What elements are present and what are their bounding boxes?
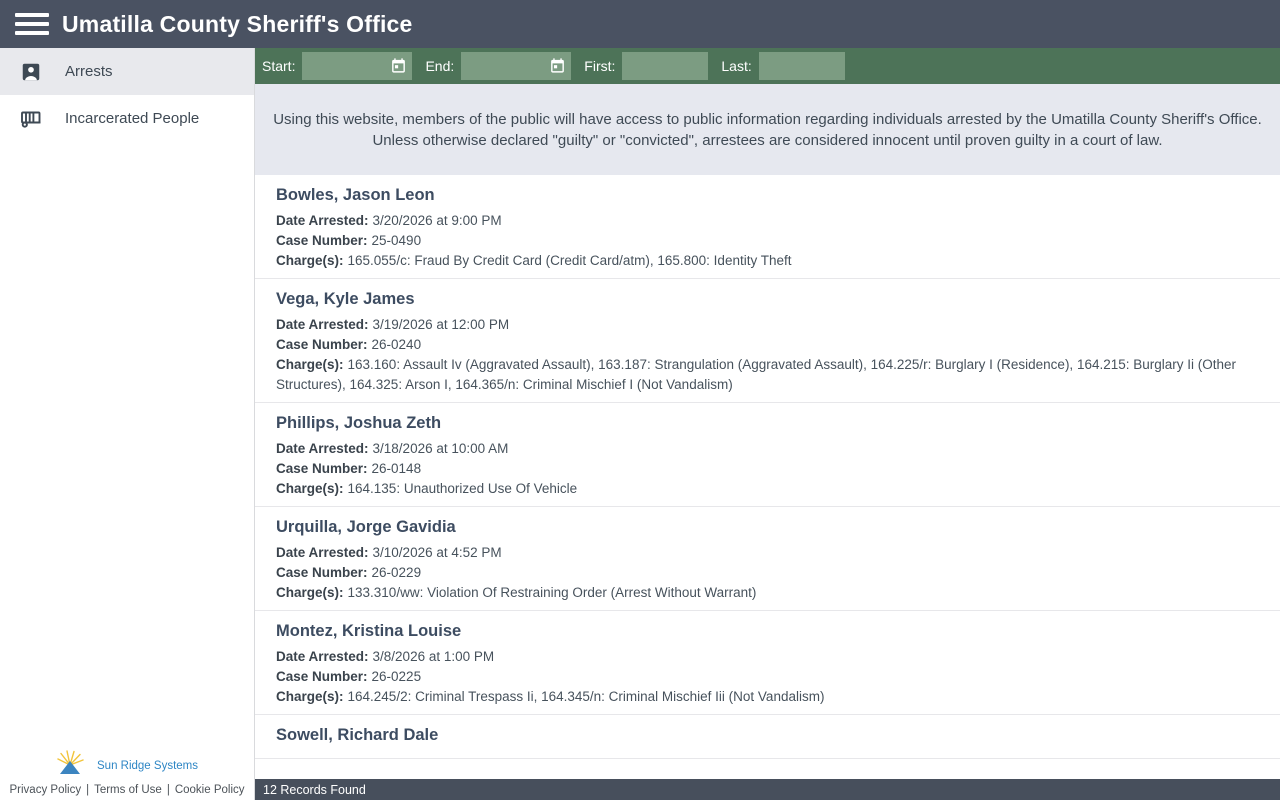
case-number-value: 26-0148 <box>371 461 422 476</box>
first-name-field[interactable] <box>622 52 709 80</box>
charges-label: Charge(s): <box>276 357 344 372</box>
charges-value: 133.310/ww: Violation Of Restraining Ord… <box>347 585 757 600</box>
date-arrested-value: 3/10/2026 at 4:52 PM <box>372 545 502 560</box>
start-date-field[interactable] <box>302 52 413 80</box>
filter-bar: Start: End: First: Last: <box>255 48 1280 84</box>
date-arrested-label: Date Arrested: <box>276 317 369 332</box>
date-arrested-value: 3/8/2026 at 1:00 PM <box>372 649 495 664</box>
calendar-icon[interactable] <box>549 57 566 79</box>
record-charges: Charge(s): 164.245/2: Criminal Trespass I… <box>276 687 1265 707</box>
sidebar-item-label: Incarcerated People <box>65 110 200 127</box>
status-bar: 12 Records Found <box>255 779 1280 800</box>
record-name: Vega, Kyle James <box>276 290 415 308</box>
date-arrested-label: Date Arrested: <box>276 545 369 560</box>
vendor-logo-text: Sun Ridge Systems <box>97 760 198 772</box>
disclaimer-text: Using this website, members of the publi… <box>273 111 1262 149</box>
date-arrested-label: Date Arrested: <box>276 213 369 228</box>
case-number-value: 26-0240 <box>371 337 422 352</box>
arrest-record[interactable]: Sowell, Richard Dale <box>255 715 1280 759</box>
record-date-arrested: Date Arrested: 3/8/2026 at 1:00 PM <box>276 647 1265 667</box>
charges-value: 165.055/c: Fraud By Credit Card (Credit … <box>347 253 792 268</box>
link-separator: | <box>166 784 170 796</box>
jail-transport-icon <box>19 108 43 130</box>
charges-value: 164.245/2: Criminal Trespass Ii, 164.345… <box>347 689 825 704</box>
first-name-label: First: <box>584 58 616 74</box>
record-case-number: Case Number: 26-0225 <box>276 667 1265 687</box>
case-number-value: 26-0229 <box>371 565 422 580</box>
app-header: Umatilla County Sheriff's Office <box>0 0 1280 48</box>
record-date-arrested: Date Arrested: 3/20/2026 at 9:00 PM <box>276 211 1265 231</box>
end-date-label: End: <box>425 58 455 74</box>
record-charges: Charge(s): 163.160: Assault Iv (Aggravate… <box>276 355 1265 395</box>
record-charges: Charge(s): 133.310/ww: Violation Of Restr… <box>276 583 1265 603</box>
record-name: Bowles, Jason Leon <box>276 186 435 204</box>
case-number-value: 25-0490 <box>371 233 422 248</box>
record-charges: Charge(s): 165.055/c: Fraud By Credit Car… <box>276 251 1265 271</box>
arrest-record[interactable]: Urquilla, Jorge Gavidia Date Arrested: 3/… <box>255 507 1280 611</box>
person-badge-icon <box>19 61 43 83</box>
date-arrested-label: Date Arrested: <box>276 649 369 664</box>
page-title: Umatilla County Sheriff's Office <box>62 10 413 37</box>
last-name-input[interactable] <box>758 52 845 80</box>
app-root: Umatilla County Sheriff's Office Arrests <box>0 0 1280 800</box>
start-date-label: Start: <box>262 58 296 74</box>
charges-value: 164.135: Unauthorized Use Of Vehicle <box>347 481 578 496</box>
arrest-record[interactable]: Montez, Kristina Louise Date Arrested: 3/… <box>255 611 1280 715</box>
charges-label: Charge(s): <box>276 689 344 704</box>
charges-label: Charge(s): <box>276 481 344 496</box>
link-separator: | <box>86 784 90 796</box>
arrest-record[interactable]: Bowles, Jason Leon Date Arrested: 3/20/20… <box>255 175 1280 279</box>
sidebar-footer: Sun Ridge Systems Privacy Policy | Terms o… <box>0 750 254 800</box>
date-arrested-value: 3/19/2026 at 12:00 PM <box>372 317 510 332</box>
privacy-policy-link[interactable]: Privacy Policy <box>10 784 82 796</box>
date-arrested-value: 3/18/2026 at 10:00 AM <box>372 441 509 456</box>
case-number-label: Case Number: <box>276 669 368 684</box>
arrest-record[interactable]: Vega, Kyle James Date Arrested: 3/19/2026… <box>255 279 1280 403</box>
sidebar-item-label: Arrests <box>65 63 113 80</box>
record-case-number: Case Number: 25-0490 <box>276 231 1265 251</box>
vendor-logo[interactable]: Sun Ridge Systems <box>0 750 254 782</box>
record-charges: Charge(s): 164.135: Unauthorized Use Of V… <box>276 479 1265 499</box>
case-number-label: Case Number: <box>276 337 368 352</box>
calendar-icon[interactable] <box>390 57 407 79</box>
date-arrested-value: 3/20/2026 at 9:00 PM <box>372 213 502 228</box>
main-content: Start: End: First: Last: Using this webs… <box>255 48 1280 800</box>
cookie-policy-link[interactable]: Cookie Policy <box>175 784 245 796</box>
record-case-number: Case Number: 26-0148 <box>276 459 1265 479</box>
disclaimer-banner: Using this website, members of the publi… <box>255 84 1280 175</box>
record-date-arrested: Date Arrested: 3/18/2026 at 10:00 AM <box>276 439 1265 459</box>
record-case-number: Case Number: 26-0240 <box>276 335 1265 355</box>
last-name-label: Last: <box>721 58 752 74</box>
case-number-label: Case Number: <box>276 233 368 248</box>
last-name-field[interactable] <box>758 52 845 80</box>
sidebar-item-arrests[interactable]: Arrests <box>0 48 254 95</box>
record-date-arrested: Date Arrested: 3/19/2026 at 12:00 PM <box>276 315 1265 335</box>
case-number-value: 26-0225 <box>371 669 422 684</box>
arrest-record[interactable]: Phillips, Joshua Zeth Date Arrested: 3/18… <box>255 403 1280 507</box>
record-name: Urquilla, Jorge Gavidia <box>276 518 456 536</box>
record-name: Phillips, Joshua Zeth <box>276 414 442 432</box>
record-case-number: Case Number: 26-0229 <box>276 563 1265 583</box>
record-name: Montez, Kristina Louise <box>276 622 462 640</box>
case-number-label: Case Number: <box>276 565 368 580</box>
records-list: Bowles, Jason Leon Date Arrested: 3/20/20… <box>255 175 1280 779</box>
charges-label: Charge(s): <box>276 253 344 268</box>
charges-label: Charge(s): <box>276 585 344 600</box>
record-name: Sowell, Richard Dale <box>276 726 439 744</box>
sun-ridge-logo-icon <box>56 750 92 782</box>
policy-links: Privacy Policy | Terms of Use | Cookie Polic… <box>0 784 254 796</box>
record-date-arrested: Date Arrested: 3/10/2026 at 4:52 PM <box>276 543 1265 563</box>
end-date-field[interactable] <box>461 52 572 80</box>
charges-value: 163.160: Assault Iv (Aggravated Assault)… <box>276 357 1237 392</box>
case-number-label: Case Number: <box>276 461 368 476</box>
date-arrested-label: Date Arrested: <box>276 441 369 456</box>
records-found-count: 12 Records Found <box>263 782 366 797</box>
terms-of-use-link[interactable]: Terms of Use <box>94 784 162 796</box>
menu-icon[interactable] <box>15 13 49 35</box>
sidebar: Arrests Incarcerated People Sun Ridge Sy… <box>0 48 255 800</box>
first-name-input[interactable] <box>622 52 709 80</box>
sidebar-item-incarcerated-people[interactable]: Incarcerated People <box>0 95 254 142</box>
